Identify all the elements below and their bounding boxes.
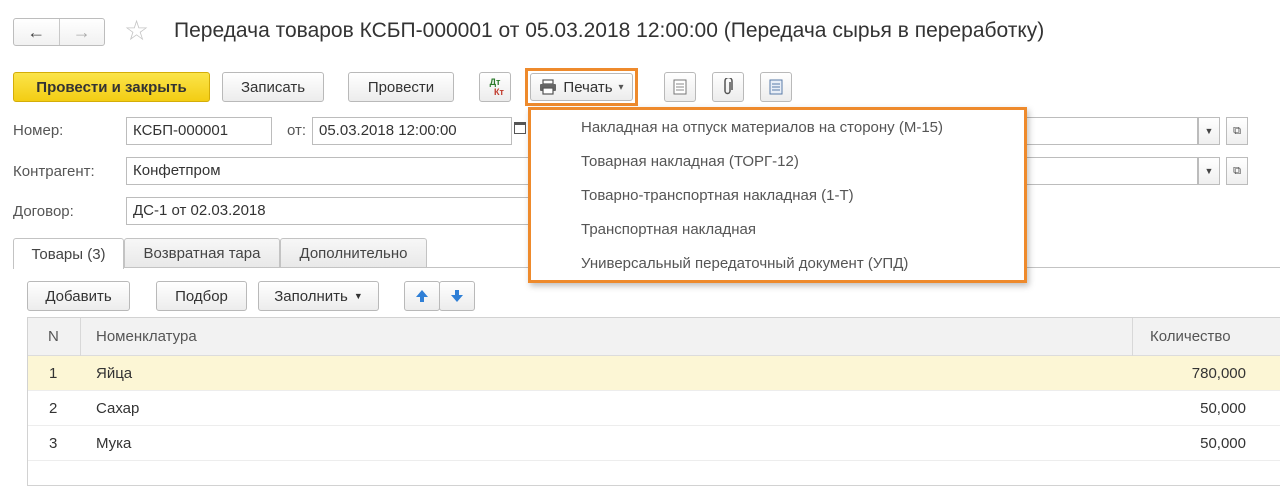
tab-returnable-packaging[interactable]: Возвратная тара [124, 238, 280, 268]
table-row[interactable]: 2 Сахар 50,000 [28, 391, 1280, 426]
organization-dropdown-icon[interactable]: ▼ [1198, 117, 1220, 145]
post-button[interactable]: Провести [348, 72, 454, 102]
counterparty-dropdown-icon[interactable]: ▼ [1198, 157, 1220, 185]
arrow-down-icon [451, 290, 463, 302]
row-item: Сахар [96, 400, 140, 417]
column-header-n[interactable]: N [48, 318, 59, 356]
row-item: Яйца [96, 365, 133, 382]
move-down-button[interactable] [439, 281, 475, 311]
counterparty-field[interactable]: Конфетпром [126, 157, 528, 185]
save-button[interactable]: Записать [222, 72, 324, 102]
table-row[interactable]: 1 Яйца 780,000 [28, 356, 1280, 391]
row-qty: 50,000 [1200, 435, 1246, 452]
menu-item-transport[interactable]: Транспортная накладная [581, 221, 756, 238]
row-qty: 50,000 [1200, 400, 1246, 417]
add-button[interactable]: Добавить [27, 281, 130, 311]
attachment-icon[interactable] [712, 72, 744, 102]
column-header-item[interactable]: Номенклатура [96, 318, 197, 356]
kt-label: Кт [494, 87, 504, 97]
list-icon[interactable] [760, 72, 792, 102]
counterparty-label: Контрагент: [13, 163, 95, 180]
table-row[interactable]: 3 Мука 50,000 [28, 426, 1280, 461]
row-qty: 780,000 [1191, 365, 1246, 382]
report-icon[interactable] [664, 72, 696, 102]
active-tab-gap [14, 266, 123, 268]
goods-table: N Номенклатура Количество 1 Яйца 780,000… [27, 317, 1280, 486]
row-number: 1 [49, 365, 58, 382]
fill-button-label: Заполнить [274, 287, 348, 305]
print-button-highlight: Печать ▾ [525, 68, 638, 106]
column-header-qty[interactable]: Количество [1150, 318, 1231, 356]
print-dropdown-menu: Накладная на отпуск материалов на сторон… [528, 107, 1027, 283]
print-button-label: Печать [563, 78, 613, 96]
tab-additional[interactable]: Дополнительно [280, 238, 427, 268]
move-up-button[interactable] [404, 281, 440, 311]
chevron-down-icon: ▾ [618, 81, 624, 93]
post-and-close-button[interactable]: Провести и закрыть [13, 72, 210, 102]
row-number: 2 [49, 400, 58, 417]
dt-label: Дт [489, 77, 501, 87]
contract-field[interactable]: ДС-1 от 02.03.2018 [126, 197, 528, 225]
organization-field[interactable] [1025, 117, 1198, 145]
pick-button[interactable]: Подбор [156, 281, 247, 311]
number-label: Номер: [13, 122, 64, 139]
table-header: N Номенклатура Количество [28, 318, 1280, 356]
contract-label: Договор: [13, 203, 74, 220]
chevron-down-icon: ▼ [353, 291, 363, 301]
menu-item-m15[interactable]: Накладная на отпуск материалов на сторон… [581, 119, 943, 136]
print-button[interactable]: Печать ▾ [530, 73, 633, 101]
calendar-icon[interactable] [514, 122, 526, 134]
menu-item-upd[interactable]: Универсальный передаточный документ (УПД… [581, 255, 908, 272]
back-arrow-icon[interactable]: ← [14, 19, 59, 45]
counterparty-field-end[interactable] [1025, 157, 1198, 185]
fill-button[interactable]: Заполнить ▼ [258, 281, 379, 311]
date-field[interactable]: 05.03.2018 12:00:00 [312, 117, 512, 145]
menu-item-torg12[interactable]: Товарная накладная (ТОРГ-12) [581, 153, 799, 170]
document-title: Передача товаров КСБП-000001 от 05.03.20… [174, 19, 1045, 42]
row-number: 3 [49, 435, 58, 452]
number-field[interactable]: КСБП-000001 [126, 117, 272, 145]
navigation-buttons: ← → [13, 18, 105, 46]
menu-item-1t[interactable]: Товарно-транспортная накладная (1-Т) [581, 187, 854, 204]
open-organization-icon[interactable]: ⧉ [1226, 117, 1248, 145]
open-counterparty-icon[interactable]: ⧉ [1226, 157, 1248, 185]
tab-goods[interactable]: Товары (3) [13, 238, 124, 269]
printer-icon [540, 79, 557, 95]
forward-arrow-icon[interactable]: → [58, 19, 105, 45]
favorite-star-icon[interactable]: ☆ [124, 17, 149, 45]
dt-kt-icon[interactable]: Дт Кт [479, 72, 511, 102]
row-item: Мука [96, 435, 132, 452]
date-label: от: [287, 122, 307, 139]
arrow-up-icon [416, 290, 428, 302]
